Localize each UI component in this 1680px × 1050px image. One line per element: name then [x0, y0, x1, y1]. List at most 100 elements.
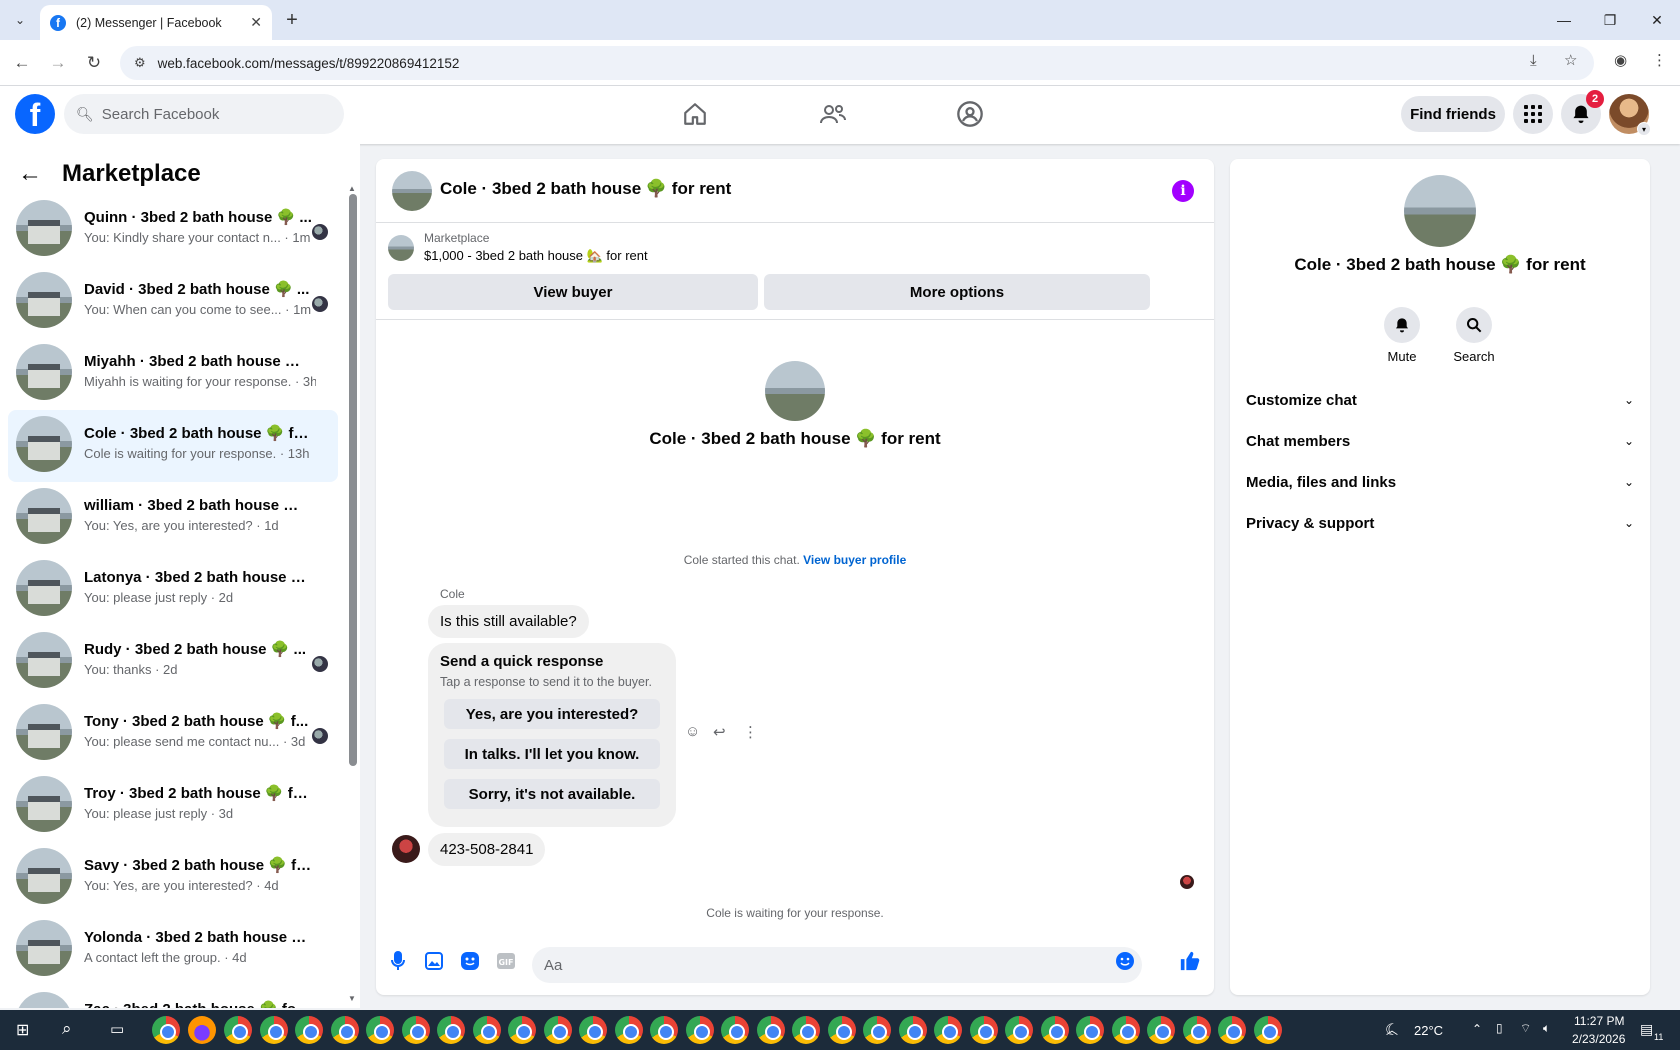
chrome-window-icon[interactable]: [614, 1016, 643, 1044]
chrome-window-icon[interactable]: [1253, 1016, 1282, 1044]
chrome-window-icon[interactable]: [1040, 1016, 1069, 1044]
browser-menu-icon[interactable]: ⋮: [1652, 51, 1667, 69]
chrome-window-icon[interactable]: [792, 1016, 820, 1044]
chat-list-item[interactable]: Savy · 3bed 2 bath house 🌳 for ... You: Y…: [8, 842, 338, 914]
clock-date[interactable]: 2/23/2026: [1572, 1032, 1625, 1046]
new-tab-icon[interactable]: +: [280, 8, 304, 32]
menu-grid-icon[interactable]: [1513, 94, 1553, 134]
chrome-window-icon[interactable]: [508, 1016, 536, 1044]
emoji-icon[interactable]: [1113, 949, 1137, 973]
chrome-window-icon[interactable]: [756, 1016, 785, 1044]
mute-button[interactable]: Mute: [1370, 307, 1434, 364]
chrome-window-icon[interactable]: [224, 1016, 252, 1044]
gif-icon[interactable]: GIF: [494, 949, 518, 973]
chrome-window-icon[interactable]: [863, 1016, 891, 1044]
photo-icon[interactable]: [422, 949, 446, 973]
wifi-icon[interactable]: ⌔: [1520, 1021, 1531, 1036]
browser-tab-messenger[interactable]: f (2) Messenger | Facebook ✕: [40, 5, 272, 40]
message-bubble[interactable]: Is this still available?: [428, 605, 589, 638]
install-app-icon[interactable]: ⤓: [1530, 52, 1537, 69]
weather-icon[interactable]: ☾: [1385, 1020, 1399, 1040]
chat-list-item[interactable]: Latonya · 3bed 2 bath house 🌳 ... You: pl…: [8, 554, 338, 626]
react-emoji-icon[interactable]: ☺: [685, 723, 700, 740]
chat-list-item[interactable]: Rudy · 3bed 2 bath house 🌳 ... You: thank…: [8, 626, 338, 698]
chrome-window-icon[interactable]: [472, 1016, 501, 1044]
sticker-icon[interactable]: [458, 949, 482, 973]
more-actions-icon[interactable]: ⋮: [743, 723, 758, 741]
customize-chat-section[interactable]: Customize chat ⌄: [1246, 382, 1634, 418]
site-settings-icon[interactable]: ⚙: [134, 55, 146, 71]
view-buyer-button[interactable]: View buyer: [388, 274, 758, 310]
restore-icon[interactable]: ❐: [1587, 0, 1633, 40]
chrome-icon[interactable]: [152, 1016, 180, 1044]
facebook-search-input[interactable]: 🔍︎ Search Facebook: [64, 94, 344, 134]
quick-response-button[interactable]: In talks. I'll let you know.: [444, 739, 660, 769]
chat-members-section[interactable]: Chat members ⌄: [1246, 423, 1634, 459]
chrome-window-icon[interactable]: [366, 1016, 394, 1044]
media-files-links-section[interactable]: Media, files and links ⌄: [1246, 464, 1634, 500]
view-buyer-profile-link[interactable]: View buyer profile: [803, 553, 906, 567]
details-avatar[interactable]: [1404, 175, 1476, 247]
quick-response-button[interactable]: Yes, are you interested?: [444, 699, 660, 729]
chat-list-item[interactable]: william · 3bed 2 bath house 🌳 f... You: Y…: [8, 482, 338, 554]
microphone-icon[interactable]: [386, 949, 410, 973]
chrome-window-icon[interactable]: [898, 1016, 927, 1044]
chrome-window-icon[interactable]: [1182, 1016, 1211, 1044]
chrome-window-icon[interactable]: [1076, 1016, 1104, 1044]
chrome-window-icon[interactable]: [543, 1016, 572, 1044]
facebook-logo-icon[interactable]: f: [15, 94, 55, 134]
chrome-window-icon[interactable]: [437, 1016, 465, 1044]
reply-icon[interactable]: ↩: [713, 723, 726, 741]
bookmark-star-icon[interactable]: ☆: [1564, 51, 1577, 69]
thumbs-up-icon[interactable]: [1178, 949, 1202, 973]
quick-response-button[interactable]: Sorry, it's not available.: [444, 779, 660, 809]
conversation-title[interactable]: Cole · 3bed 2 bath house 🌳 for rent: [440, 179, 731, 199]
chat-list-item[interactable]: Quinn · 3bed 2 bath house 🌳 ... You: Kind…: [8, 194, 338, 266]
more-options-button[interactable]: More options: [764, 274, 1150, 310]
chrome-window-icon[interactable]: [259, 1016, 288, 1044]
chat-list-item[interactable]: Cole · 3bed 2 bath house 🌳 for ... Cole i…: [8, 410, 338, 482]
chat-list-item[interactable]: Tony · 3bed 2 bath house 🌳 f... You: plea…: [8, 698, 338, 770]
chat-list-item[interactable]: Troy · 3bed 2 bath house 🌳 for ... You: p…: [8, 770, 338, 842]
close-window-icon[interactable]: ✕: [1634, 0, 1680, 40]
close-tab-icon[interactable]: ✕: [250, 14, 262, 31]
reload-icon[interactable]: ↻: [82, 51, 106, 75]
show-hidden-icons-icon[interactable]: ⌃: [1472, 1022, 1482, 1036]
chrome-window-icon[interactable]: [1111, 1016, 1140, 1044]
task-view-icon[interactable]: ▭: [110, 1020, 124, 1038]
chat-list-item[interactable]: David · 3bed 2 bath house 🌳 ... You: When…: [8, 266, 338, 338]
scroll-down-arrow-icon[interactable]: ▼: [348, 994, 356, 1003]
search-conversation-button[interactable]: Search: [1442, 307, 1506, 364]
minimize-icon[interactable]: —: [1541, 0, 1587, 40]
back-arrow-icon[interactable]: ←: [18, 160, 42, 188]
chat-list-item[interactable]: Zac · 3bed 2 bath house 🌳 fo...: [8, 986, 338, 1008]
chat-list-scrollbar[interactable]: [349, 194, 357, 766]
chrome-window-icon[interactable]: [721, 1016, 749, 1044]
start-windows-icon[interactable]: ⊞: [16, 1020, 29, 1040]
friends-icon[interactable]: [815, 96, 851, 132]
taskbar-search-icon[interactable]: ⌕: [62, 1019, 72, 1039]
chrome-window-icon[interactable]: [1218, 1016, 1246, 1044]
network-icon[interactable]: ▯: [1496, 1021, 1503, 1035]
chrome-window-icon[interactable]: [650, 1016, 678, 1044]
url-bar[interactable]: ⚙ web.facebook.com/messages/t/8992208694…: [120, 46, 1594, 80]
chrome-window-icon[interactable]: [934, 1016, 962, 1044]
message-input[interactable]: Aa: [532, 947, 1142, 983]
chrome-window-icon[interactable]: [827, 1016, 856, 1044]
chrome-window-icon[interactable]: [330, 1016, 359, 1044]
chrome-window-icon[interactable]: [1147, 1016, 1175, 1044]
temperature[interactable]: 22°C: [1414, 1023, 1443, 1038]
firefox-icon[interactable]: [188, 1016, 216, 1044]
profile-icon[interactable]: ◉: [1614, 51, 1627, 69]
chrome-window-icon[interactable]: [295, 1016, 323, 1044]
forward-icon[interactable]: →: [46, 51, 70, 75]
find-friends-button[interactable]: Find friends: [1401, 96, 1505, 132]
sender-avatar[interactable]: [392, 835, 420, 863]
message-bubble[interactable]: 423-508-2841: [428, 833, 546, 866]
chrome-window-icon[interactable]: [579, 1016, 607, 1044]
privacy-support-section[interactable]: Privacy & support ⌄: [1246, 505, 1634, 541]
notification-center-icon[interactable]: ▤: [1640, 1021, 1653, 1038]
conversation-avatar[interactable]: [392, 171, 432, 211]
clock-time[interactable]: 11:27 PM: [1574, 1014, 1624, 1028]
scroll-up-arrow-icon[interactable]: ▲: [348, 184, 356, 193]
